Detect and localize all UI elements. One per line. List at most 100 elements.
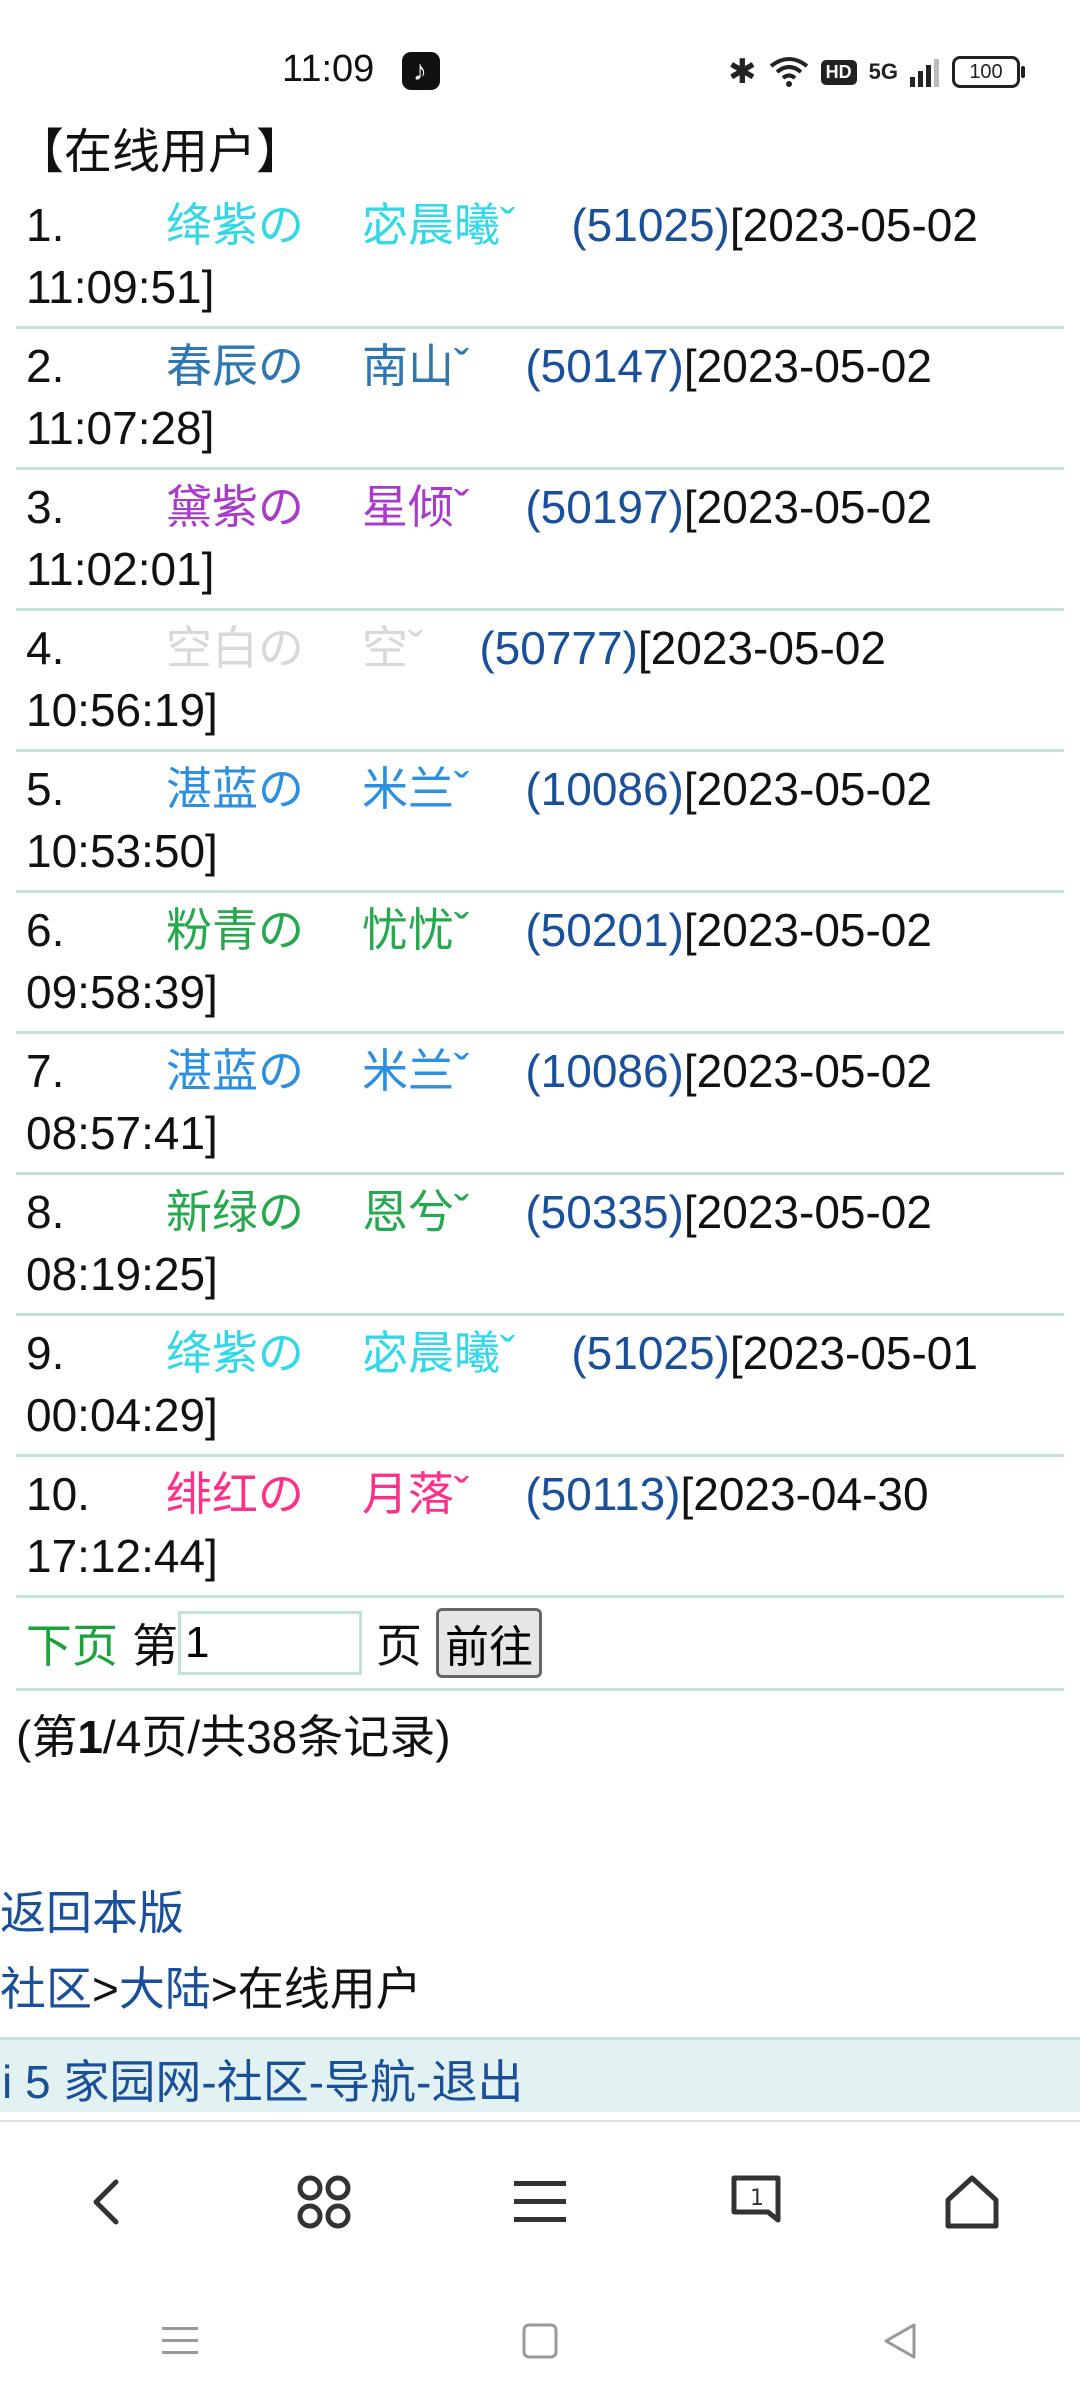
user-id-link[interactable]: (50113): [525, 1468, 680, 1520]
user-nickname-link[interactable]: 新绿の 恩兮ˇ: [166, 1181, 469, 1243]
bluetooth-icon: ✱: [728, 53, 757, 91]
list-item: 2. 春辰の 南山ˇ (50147)[2023-05-02 11:07:28]: [16, 329, 1064, 470]
visit-date: [2023-05-02: [637, 622, 886, 674]
user-nickname-link[interactable]: 春辰の 南山ˇ: [166, 335, 469, 397]
count-current: 1: [77, 1711, 103, 1763]
visit-time: 08:19:25]: [26, 1248, 218, 1300]
status-icons: ✱ HD 5G 100: [728, 52, 1025, 92]
footer-separator: -: [416, 2056, 432, 2108]
next-page-link[interactable]: 下页: [26, 1610, 118, 1676]
visit-date: [2023-05-02: [683, 1045, 932, 1097]
list-item: 6. 粉青の 忧忧ˇ (50201)[2023-05-02 09:58:39]: [16, 893, 1064, 1034]
nickname-part1: 空白の: [166, 622, 304, 674]
hd-icon: HD: [820, 59, 857, 85]
list-item: 9. 绛紫の 宓晨曦ˇ (51025)[2023-05-01 00:04:29]: [16, 1316, 1064, 1457]
user-nickname-link[interactable]: 湛蓝の 米兰ˇ: [166, 758, 469, 820]
menu-icon[interactable]: [480, 2142, 600, 2262]
battery-icon: 100: [952, 56, 1025, 88]
row-index: 10.: [26, 1468, 90, 1520]
svg-text:1: 1: [750, 2186, 764, 2211]
nickname-part1: 绛紫の: [166, 1327, 304, 1379]
user-nickname-link[interactable]: 绛紫の 宓晨曦ˇ: [166, 1322, 515, 1384]
user-id-link[interactable]: (10086): [525, 763, 684, 815]
nickname-part1: 绛紫の: [166, 199, 304, 251]
footer-nav-link[interactable]: 导航: [324, 2056, 416, 2108]
visit-time: 11:09:51]: [26, 261, 215, 313]
user-nickname-link[interactable]: 湛蓝の 米兰ˇ: [166, 1040, 469, 1102]
list-item: 5. 湛蓝の 米兰ˇ (10086)[2023-05-02 10:53:50]: [16, 752, 1064, 893]
visit-date: [2023-05-01: [729, 1327, 978, 1379]
user-id-link[interactable]: (50147): [525, 340, 684, 392]
visit-time: 00:04:29]: [26, 1389, 218, 1441]
row-index: 8.: [26, 1186, 65, 1238]
home-nav-icon[interactable]: [520, 2321, 560, 2361]
row-index: 7.: [26, 1045, 65, 1097]
visit-time: 09:58:39]: [26, 966, 218, 1018]
nickname-part2: 宓晨曦ˇ: [362, 199, 516, 251]
footer-home-link[interactable]: i 5 家园网: [2, 2056, 201, 2108]
nickname-part2: 空ˇ: [362, 622, 424, 674]
nickname-part1: 黛紫の: [166, 481, 304, 533]
user-nickname-link[interactable]: 空白の 空ˇ: [166, 617, 423, 679]
row-index: 3.: [26, 481, 65, 533]
signal-icon: 5G: [868, 59, 898, 84]
breadcrumb-separator: >: [210, 1963, 238, 2015]
user-id-link[interactable]: (50335): [525, 1186, 684, 1238]
tiktok-icon: ♪: [402, 52, 440, 90]
breadcrumb-community[interactable]: 社区: [0, 1963, 92, 2015]
user-id-link[interactable]: (50197): [525, 481, 684, 533]
count-suffix: /4页/共38条记录): [102, 1711, 451, 1763]
nickname-part2: 月落ˇ: [362, 1468, 470, 1520]
nickname-part1: 湛蓝の: [166, 763, 304, 815]
page-number-input[interactable]: [178, 1611, 362, 1675]
system-nav-bar: [0, 2282, 1080, 2400]
pager: 下页 第 页 前往: [16, 1598, 1064, 1691]
footer-community-link[interactable]: 社区: [217, 2056, 309, 2108]
nickname-part2: 忧忧ˇ: [362, 904, 470, 956]
visit-date: [2023-05-02: [729, 199, 978, 251]
back-icon[interactable]: [48, 2142, 168, 2262]
user-id-link[interactable]: (50777): [479, 622, 638, 674]
go-button[interactable]: 前往: [436, 1608, 542, 1678]
visit-time: 11:07:28]: [26, 402, 215, 454]
user-id-link[interactable]: (10086): [525, 1045, 684, 1097]
user-id-link[interactable]: (51025): [571, 199, 730, 251]
list-item: 8. 新绿の 恩兮ˇ (50335)[2023-05-02 08:19:25]: [16, 1175, 1064, 1316]
footer-logout-link[interactable]: 退出: [431, 2056, 523, 2108]
nickname-part1: 绯红の: [166, 1468, 304, 1520]
visit-time: 10:53:50]: [26, 825, 218, 877]
page-suffix: 页: [376, 1620, 422, 1672]
visit-time: 08:57:41]: [26, 1107, 218, 1159]
visit-date: [2023-05-02: [683, 340, 932, 392]
nickname-part1: 春辰の: [166, 340, 304, 392]
nickname-part1: 粉青の: [166, 904, 304, 956]
visit-date: [2023-05-02: [683, 1186, 932, 1238]
page-prefix: 第: [132, 1620, 178, 1672]
apps-icon[interactable]: [264, 2142, 384, 2262]
list-item: 4. 空白の 空ˇ (50777)[2023-05-02 10:56:19]: [16, 611, 1064, 752]
user-nickname-link[interactable]: 绛紫の 宓晨曦ˇ: [166, 194, 515, 256]
back-to-board-link[interactable]: 返回本版: [0, 1877, 1080, 1943]
user-nickname-link[interactable]: 粉青の 忧忧ˇ: [166, 899, 469, 961]
row-index: 2.: [26, 340, 65, 392]
nickname-part1: 新绿の: [166, 1186, 304, 1238]
signal-bars-icon: [910, 59, 939, 87]
back-nav-icon[interactable]: [880, 2321, 920, 2361]
list-item: 7. 湛蓝の 米兰ˇ (10086)[2023-05-02 08:57:41]: [16, 1034, 1064, 1175]
user-id-link[interactable]: (51025): [571, 1327, 730, 1379]
page-title: 【在线用户】: [16, 126, 305, 179]
row-index: 5.: [26, 763, 65, 815]
visit-time: 17:12:44]: [26, 1530, 218, 1582]
nickname-part1: 湛蓝の: [166, 1045, 304, 1097]
breadcrumb-separator: >: [92, 1963, 119, 2015]
recent-apps-icon[interactable]: [160, 2321, 200, 2361]
user-id-link[interactable]: (50201): [525, 904, 684, 956]
user-nickname-link[interactable]: 绯红の 月落ˇ: [166, 1463, 469, 1525]
status-bar: 11:09 ♪ ✱ HD 5G 100: [0, 0, 1080, 100]
home-icon[interactable]: [912, 2142, 1032, 2262]
list-item: 10. 绯红の 月落ˇ (50113)[2023-04-30 17:12:44]: [16, 1457, 1064, 1598]
tabs-icon[interactable]: 1: [696, 2142, 816, 2262]
user-nickname-link[interactable]: 黛紫の 星倾ˇ: [166, 476, 469, 538]
breadcrumb-mainland[interactable]: 大陆: [119, 1963, 211, 2015]
list-item: 3. 黛紫の 星倾ˇ (50197)[2023-05-02 11:02:01]: [16, 470, 1064, 611]
